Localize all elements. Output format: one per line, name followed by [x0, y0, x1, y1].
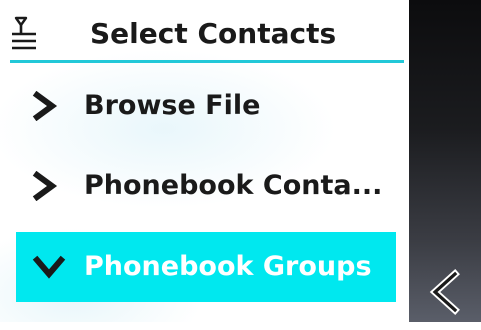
menu-item-label: Browse File	[84, 90, 261, 121]
menu-list: Browse File Phonebook Conta... Phonebook…	[16, 80, 396, 330]
header: Select Contacts	[10, 10, 404, 64]
chevron-right-icon	[32, 171, 58, 201]
menu-item-label: Phonebook Groups	[84, 251, 372, 282]
menu-item-browse-file[interactable]: Browse File	[16, 80, 396, 132]
menu-item-phonebook-contacts[interactable]: Phonebook Conta...	[16, 160, 396, 212]
chevron-right-icon	[32, 91, 58, 121]
contacts-menu-icon	[12, 16, 36, 50]
header-divider	[10, 60, 404, 63]
chevron-left-icon[interactable]	[423, 268, 465, 316]
menu-item-phonebook-groups[interactable]: Phonebook Groups	[16, 232, 396, 302]
menu-item-label: Phonebook Conta...	[84, 170, 383, 201]
chevron-down-icon	[32, 255, 66, 279]
page-title: Select Contacts	[90, 17, 337, 50]
main-screen: Select Contacts Browse File Phonebook Co…	[0, 0, 409, 322]
